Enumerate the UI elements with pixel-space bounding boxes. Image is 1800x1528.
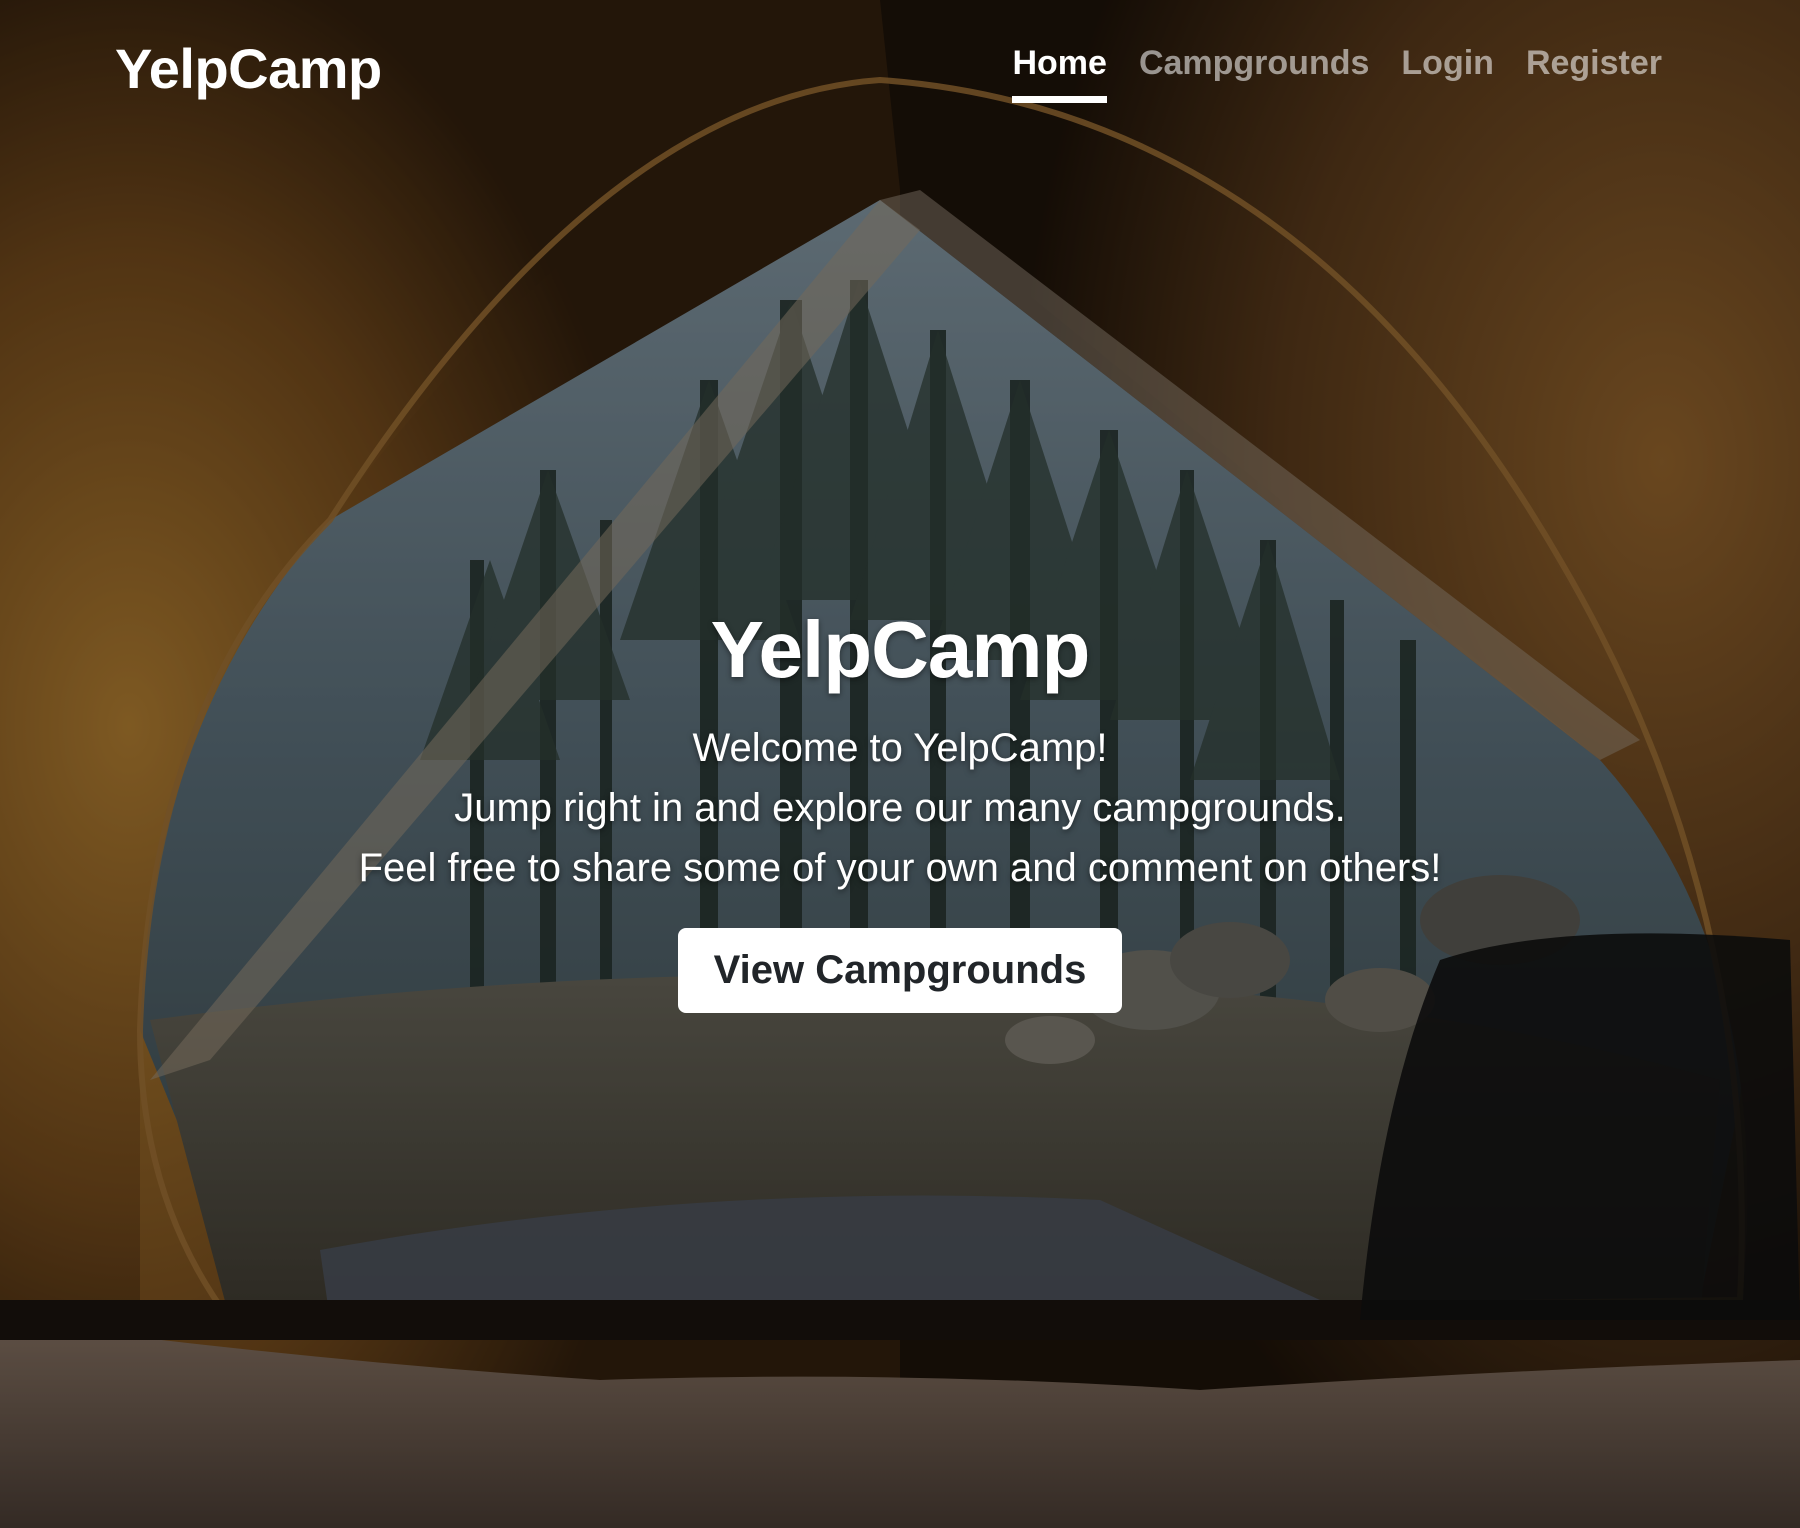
hero-welcome-text: Welcome to YelpCamp! [692, 726, 1108, 770]
nav-links: Home Campgrounds Login Register [1012, 44, 1662, 103]
nav-home[interactable]: Home [1012, 44, 1107, 103]
view-campgrounds-button[interactable]: View Campgrounds [677, 928, 1123, 1013]
landing-page: YelpCamp Home Campgrounds Login Register… [0, 0, 1800, 1528]
nav-register[interactable]: Register [1526, 44, 1662, 103]
nav-campgrounds[interactable]: Campgrounds [1139, 44, 1369, 103]
brand-logo[interactable]: YelpCamp [115, 36, 382, 101]
nav-login[interactable]: Login [1401, 44, 1494, 103]
hero-explore-text: Jump right in and explore our many campg… [454, 786, 1346, 830]
hero-title: YelpCamp [710, 605, 1091, 694]
top-navbar: YelpCamp Home Campgrounds Login Register [0, 0, 1800, 130]
hero-share-text: Feel free to share some of your own and … [358, 846, 1442, 890]
hero-section: YelpCamp Welcome to YelpCamp! Jump right… [0, 600, 1800, 1013]
